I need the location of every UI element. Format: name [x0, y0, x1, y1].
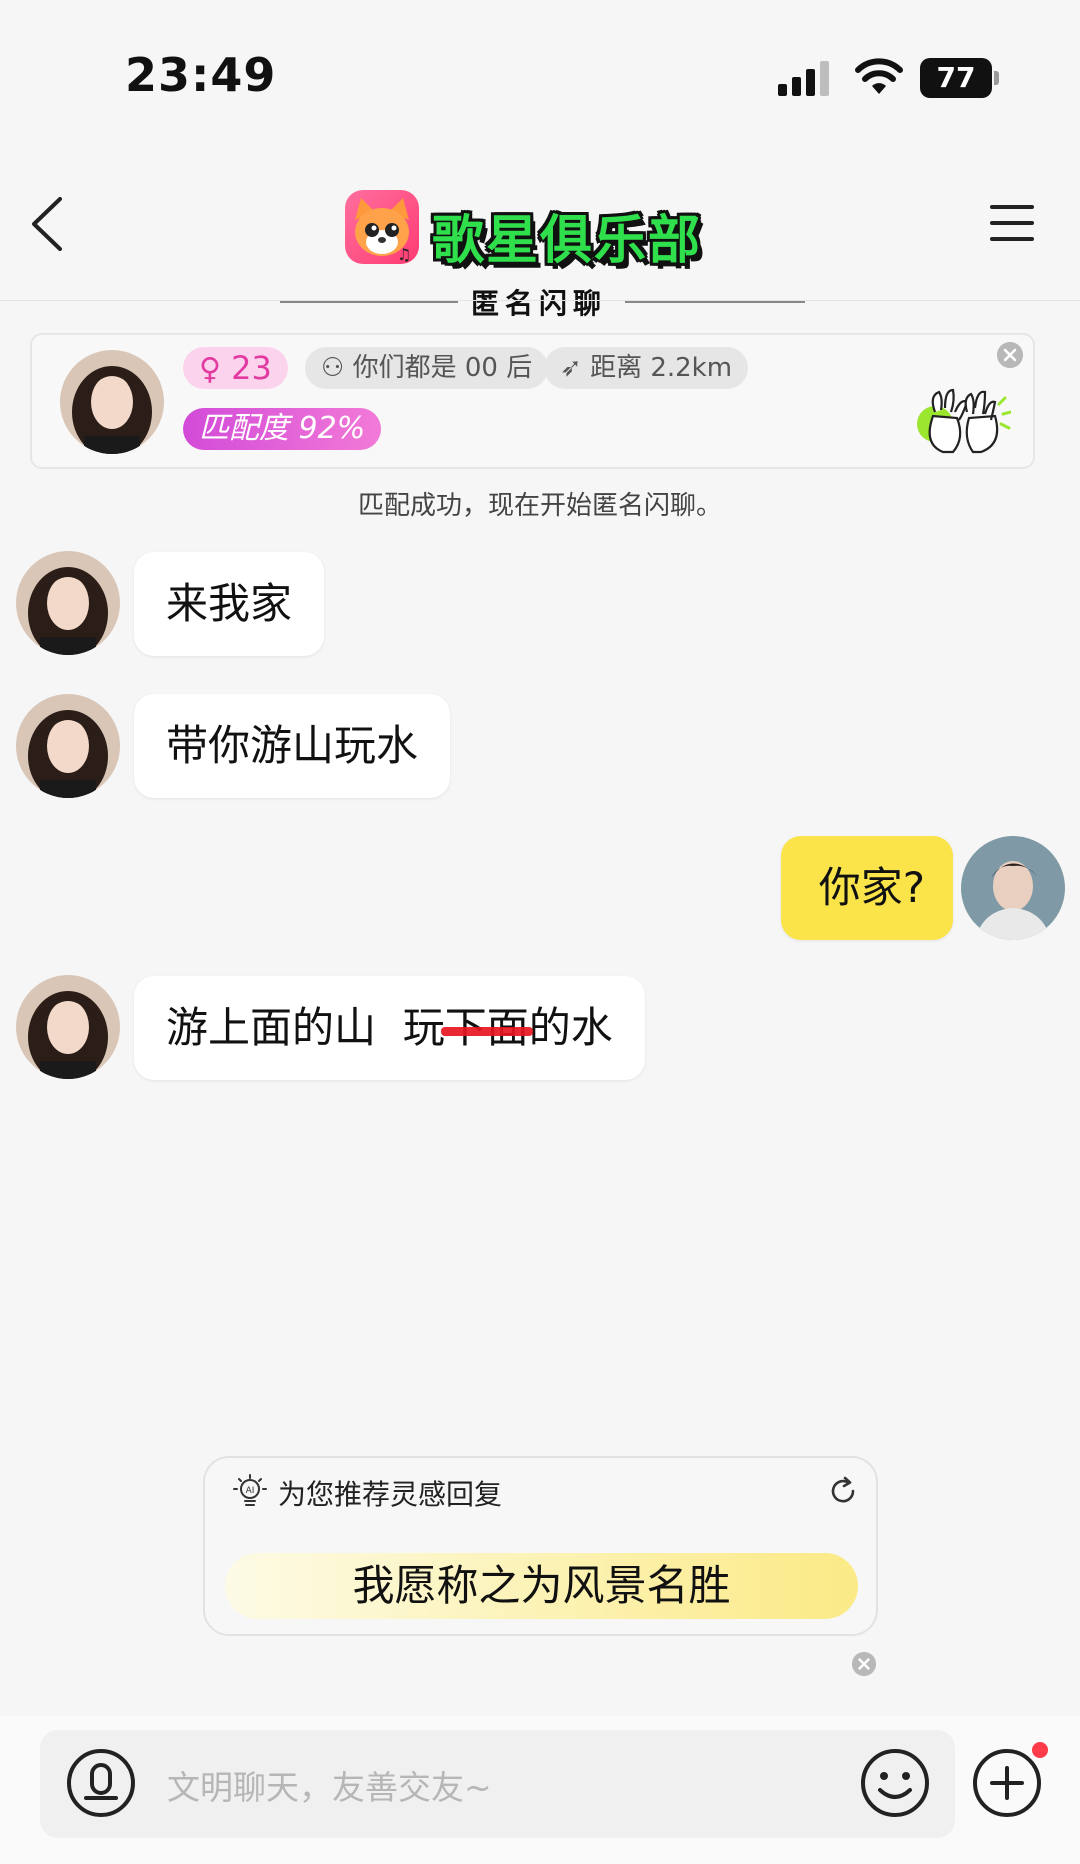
svg-text:♫: ♫ [397, 245, 411, 264]
refresh-icon[interactable] [828, 1476, 858, 1506]
notification-dot [1032, 1742, 1048, 1758]
cellular-signal-icon [778, 61, 829, 96]
close-icon[interactable] [997, 342, 1023, 368]
generation-badge: ⚇ 你们都是 00 后 [305, 347, 549, 389]
age-value: 23 [231, 349, 272, 387]
message-text: 的水 [528, 1003, 613, 1052]
svg-text:AI: AI [246, 1486, 255, 1496]
match-avatar[interactable] [60, 350, 164, 454]
message-bubble[interactable]: 来我家 [134, 552, 325, 656]
subtitle-divider-right [625, 301, 805, 303]
other-avatar[interactable] [16, 975, 120, 1079]
age-badge: ♀ 23 [183, 347, 288, 389]
suggested-reply-button[interactable]: 我愿称之为风景名胜 [225, 1553, 858, 1619]
chat-screen: { "status_bar": {"time": "23:49", "batte… [0, 0, 1080, 1864]
struck-text: 下面 [444, 1003, 529, 1052]
my-avatar[interactable] [961, 836, 1065, 940]
people-icon: ⚇ [321, 353, 345, 383]
match-notice: 匹配成功，现在开始匿名闪聊。 [357, 491, 722, 521]
ai-lightbulb-icon: AI [233, 1474, 267, 1506]
message-bubble[interactable]: 游上面的山 玩下面的水 [134, 976, 645, 1080]
generation-label: 你们都是 00 后 [352, 353, 533, 383]
other-avatar[interactable] [16, 694, 120, 798]
chevron-left-icon[interactable] [28, 195, 68, 253]
female-icon: ♀ [199, 352, 221, 387]
message-text: 游上面的山 玩 [166, 1003, 445, 1052]
app-title: 歌星俱乐部 [432, 211, 703, 271]
message-bubble[interactable]: 带你游山玩水 [134, 694, 451, 798]
my-message-bubble[interactable]: 你家? [780, 836, 953, 940]
app-logo: ♫ [345, 190, 419, 264]
distance-label: 距离 2.2km [590, 353, 733, 383]
header-divider [0, 300, 1080, 301]
other-avatar[interactable] [16, 551, 120, 655]
close-icon[interactable] [852, 1652, 876, 1676]
hamburger-menu-icon[interactable] [990, 203, 1034, 243]
battery-icon: 77 [920, 58, 1000, 98]
status-time: 23:49 [125, 48, 277, 102]
subtitle-divider-left [280, 301, 458, 303]
page-subtitle: 匿名闪聊 [471, 287, 608, 320]
match-rate-badge: 匹配度 92% [183, 408, 382, 450]
plus-icon[interactable] [972, 1748, 1042, 1818]
distance-badge: ➶ 距离 2.2km [544, 347, 749, 389]
suggestion-title: 为您推荐灵感回复 [278, 1478, 503, 1511]
wifi-icon [855, 58, 903, 94]
emoji-icon[interactable] [860, 1748, 930, 1818]
voice-icon[interactable] [66, 1748, 136, 1818]
running-icon: ➶ [560, 353, 582, 383]
high-five-icon [917, 388, 1011, 454]
input-placeholder: 文明聊天，友善交友~ [167, 1768, 492, 1807]
battery-level: 77 [920, 58, 992, 98]
